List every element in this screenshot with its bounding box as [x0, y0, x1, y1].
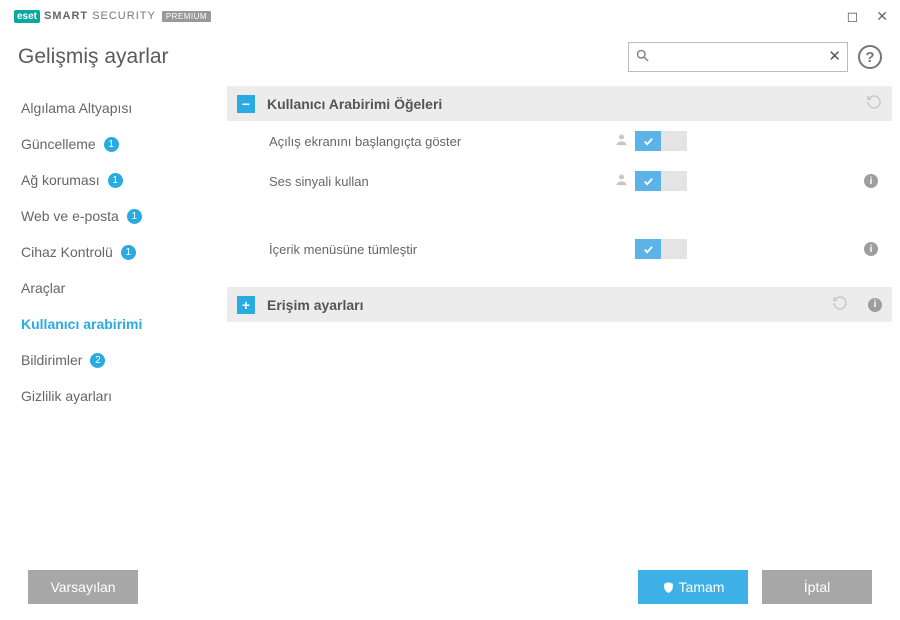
badge: 1	[108, 173, 123, 188]
main: Algılama Altyapısı Güncelleme 1 Ağ korum…	[0, 86, 900, 586]
sidebar-item-privacy[interactable]: Gizlilik ayarları	[0, 378, 225, 414]
setting-label: Ses sinyali kullan	[269, 174, 614, 189]
search-box: ✕	[628, 42, 848, 72]
search-wrap: ✕ ?	[628, 42, 882, 72]
expand-icon[interactable]: +	[237, 296, 255, 314]
brand-text: SMART SECURITY	[44, 10, 156, 22]
close-icon[interactable]: ✕	[876, 8, 888, 25]
sidebar-item-device[interactable]: Cihaz Kontrolü 1	[0, 234, 225, 270]
section-ui-elements-header[interactable]: − Kullanıcı Arabirimi Öğeleri	[227, 86, 892, 121]
revert-icon[interactable]	[832, 295, 848, 314]
sidebar-item-label: Gizlilik ayarları	[21, 388, 112, 404]
badge: 1	[121, 245, 136, 260]
page-title: Gelişmiş ayarlar	[18, 45, 169, 69]
toggle-splash[interactable]	[635, 131, 687, 151]
setting-sound-signal: Ses sinyali kullan i	[227, 161, 892, 201]
sidebar-item-label: Güncelleme	[21, 136, 96, 152]
section-title: Kullanıcı Arabirimi Öğeleri	[267, 96, 854, 112]
sidebar-item-label: Cihaz Kontrolü	[21, 244, 113, 260]
default-button[interactable]: Varsayılan	[28, 570, 138, 604]
revert-icon[interactable]	[866, 94, 882, 113]
info-icon[interactable]: i	[864, 174, 878, 188]
sidebar-item-notifications[interactable]: Bildirimler 2	[0, 342, 225, 378]
per-user-icon	[614, 132, 629, 150]
maximize-icon[interactable]: ◻	[847, 8, 859, 25]
sidebar-item-label: Ağ koruması	[21, 172, 100, 188]
sidebar-item-label: Araçlar	[21, 280, 65, 296]
badge: 2	[90, 353, 105, 368]
help-icon[interactable]: ?	[858, 45, 882, 69]
toggle-sound[interactable]	[635, 171, 687, 191]
sidebar-item-network[interactable]: Ağ koruması 1	[0, 162, 225, 198]
brand-premium: PREMIUM	[162, 11, 211, 22]
setting-label: İçerik menüsüne tümleştir	[269, 242, 614, 257]
ok-button[interactable]: Tamam	[638, 570, 748, 604]
sidebar-item-update[interactable]: Güncelleme 1	[0, 126, 225, 162]
search-icon	[635, 48, 650, 66]
shield-icon	[662, 581, 675, 594]
toggle-context-menu[interactable]	[635, 239, 687, 259]
header: Gelişmiş ayarlar ✕ ?	[0, 32, 900, 86]
sidebar-item-label: Bildirimler	[21, 352, 82, 368]
per-user-icon	[614, 172, 629, 190]
titlebar: eset SMART SECURITY PREMIUM ◻ ✕	[0, 0, 900, 32]
section-access-header[interactable]: + Erişim ayarları i	[227, 287, 892, 322]
sidebar-item-label: Kullanıcı arabirimi	[21, 316, 142, 332]
sidebar-item-web-email[interactable]: Web ve e-posta 1	[0, 198, 225, 234]
sidebar-item-label: Web ve e-posta	[21, 208, 119, 224]
setting-splash-screen: Açılış ekranını başlangıçta göster	[227, 121, 892, 161]
setting-context-menu: İçerik menüsüne tümleştir i	[227, 229, 892, 269]
setting-label: Açılış ekranını başlangıçta göster	[269, 134, 614, 149]
brand: eset SMART SECURITY PREMIUM	[14, 10, 211, 23]
badge: 1	[104, 137, 119, 152]
toggle-off	[661, 171, 687, 191]
content: − Kullanıcı Arabirimi Öğeleri Açılış ekr…	[225, 86, 900, 586]
sidebar-item-label: Algılama Altyapısı	[21, 100, 132, 116]
cancel-button[interactable]: İptal	[762, 570, 872, 604]
search-input[interactable]	[628, 42, 848, 72]
clear-search-icon[interactable]: ✕	[828, 47, 841, 65]
section-title: Erişim ayarları	[267, 297, 820, 313]
toggle-on-icon	[635, 239, 661, 259]
toggle-off	[661, 239, 687, 259]
sidebar-item-tools[interactable]: Araçlar	[0, 270, 225, 306]
collapse-icon[interactable]: −	[237, 95, 255, 113]
sidebar: Algılama Altyapısı Güncelleme 1 Ağ korum…	[0, 86, 225, 586]
brand-badge: eset	[14, 10, 40, 23]
sidebar-item-ui[interactable]: Kullanıcı arabirimi	[0, 306, 225, 342]
badge: 1	[127, 209, 142, 224]
toggle-on-icon	[635, 171, 661, 191]
window-controls: ◻ ✕	[847, 8, 888, 25]
toggle-off	[661, 131, 687, 151]
toggle-on-icon	[635, 131, 661, 151]
info-icon[interactable]: i	[868, 298, 882, 312]
info-icon[interactable]: i	[864, 242, 878, 256]
sidebar-item-detection[interactable]: Algılama Altyapısı	[0, 90, 225, 126]
footer: Varsayılan Tamam İptal	[0, 554, 900, 620]
